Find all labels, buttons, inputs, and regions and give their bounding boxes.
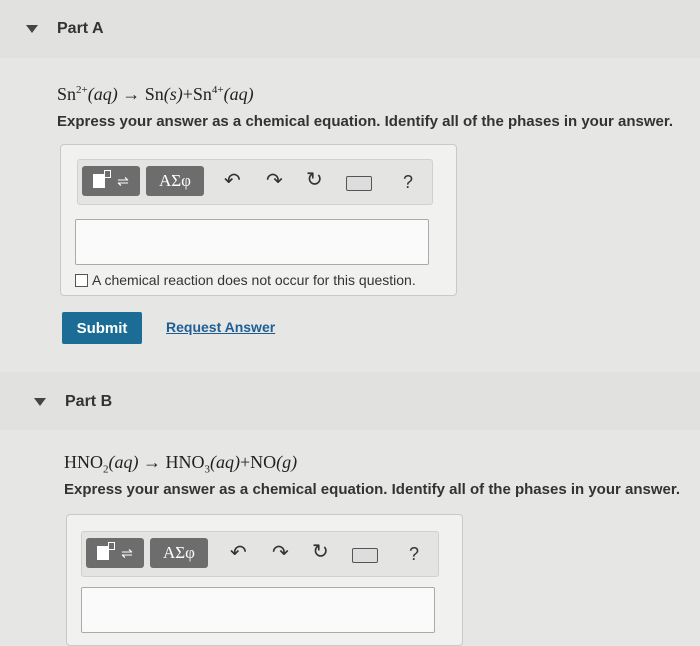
charge: 2+: [76, 84, 88, 96]
species: Sn: [192, 84, 212, 104]
part-b-answer-box: ⇌ ΑΣφ ↶ ↷ ↻ ?: [66, 514, 463, 646]
part-b-title: Part B: [65, 393, 113, 410]
undo-icon[interactable]: ↶: [224, 171, 241, 191]
part-a-header[interactable]: Part A: [0, 0, 700, 58]
keyboard-icon[interactable]: [352, 548, 378, 563]
no-reaction-label: A chemical reaction does not occur for t…: [92, 272, 416, 288]
reset-icon[interactable]: ↻: [312, 542, 329, 562]
greek-symbols-button[interactable]: ΑΣφ: [150, 538, 208, 568]
plus-sign: +: [240, 452, 251, 472]
help-icon[interactable]: ?: [409, 544, 419, 565]
part-b-answer-input[interactable]: [81, 587, 435, 633]
help-icon[interactable]: ?: [403, 172, 413, 193]
part-a-answer-box: ⇌ ΑΣφ ↶ ↷ ↻ ? A chemical reaction does n…: [60, 144, 457, 296]
keyboard-icon[interactable]: [346, 176, 372, 191]
part-a-equation: Sn2+(aq) → Sn(s)+Sn4+(aq): [57, 84, 254, 105]
part-b-equation: HNO2(aq) → HNO3(aq)+NO(g): [64, 452, 297, 476]
phase: (aq): [87, 84, 118, 104]
template-icon: [93, 170, 112, 188]
phase: (aq): [223, 84, 254, 104]
collapse-arrow-icon[interactable]: [26, 25, 38, 33]
redo-icon[interactable]: ↷: [266, 171, 283, 191]
submit-button[interactable]: Submit: [62, 312, 142, 344]
part-a-answer-input[interactable]: [75, 219, 429, 265]
template-icon: [97, 542, 116, 560]
reaction-arrow: →: [143, 452, 161, 472]
phase: (g): [276, 452, 298, 472]
species: NO: [250, 452, 277, 472]
charge: 4+: [211, 84, 224, 96]
template-button[interactable]: ⇌: [86, 538, 144, 568]
reset-icon[interactable]: ↻: [306, 170, 323, 190]
math-toolbar: ⇌ ΑΣφ ↶ ↷ ↻ ?: [77, 159, 433, 205]
species: Sn: [144, 84, 164, 104]
math-toolbar: ⇌ ΑΣφ ↶ ↷ ↻ ?: [81, 531, 439, 577]
species: HNO: [165, 452, 205, 472]
species: HNO: [64, 452, 103, 472]
part-b-instruction: Express your answer as a chemical equati…: [64, 481, 681, 498]
equilibrium-arrows-icon: ⇌: [117, 172, 129, 189]
template-button[interactable]: ⇌: [82, 166, 140, 196]
undo-icon[interactable]: ↶: [230, 543, 247, 563]
redo-icon[interactable]: ↷: [272, 543, 289, 563]
request-answer-link[interactable]: Request Answer: [166, 319, 275, 335]
phase: (s): [163, 84, 183, 104]
plus-sign: +: [182, 84, 193, 104]
no-reaction-checkbox[interactable]: [75, 273, 88, 287]
collapse-arrow-icon[interactable]: [34, 398, 46, 406]
equilibrium-arrows-icon: ⇌: [121, 544, 133, 561]
part-a-instruction: Express your answer as a chemical equati…: [57, 113, 674, 130]
greek-symbols-button[interactable]: ΑΣφ: [146, 166, 204, 196]
reaction-arrow: →: [122, 84, 141, 104]
part-a-title: Part A: [57, 20, 104, 37]
part-b-header[interactable]: Part B: [0, 372, 700, 430]
no-reaction-option[interactable]: A chemical reaction does not occur for t…: [75, 272, 416, 288]
phase: (aq): [108, 452, 139, 472]
phase: (aq): [210, 452, 240, 472]
species: Sn: [57, 84, 77, 104]
